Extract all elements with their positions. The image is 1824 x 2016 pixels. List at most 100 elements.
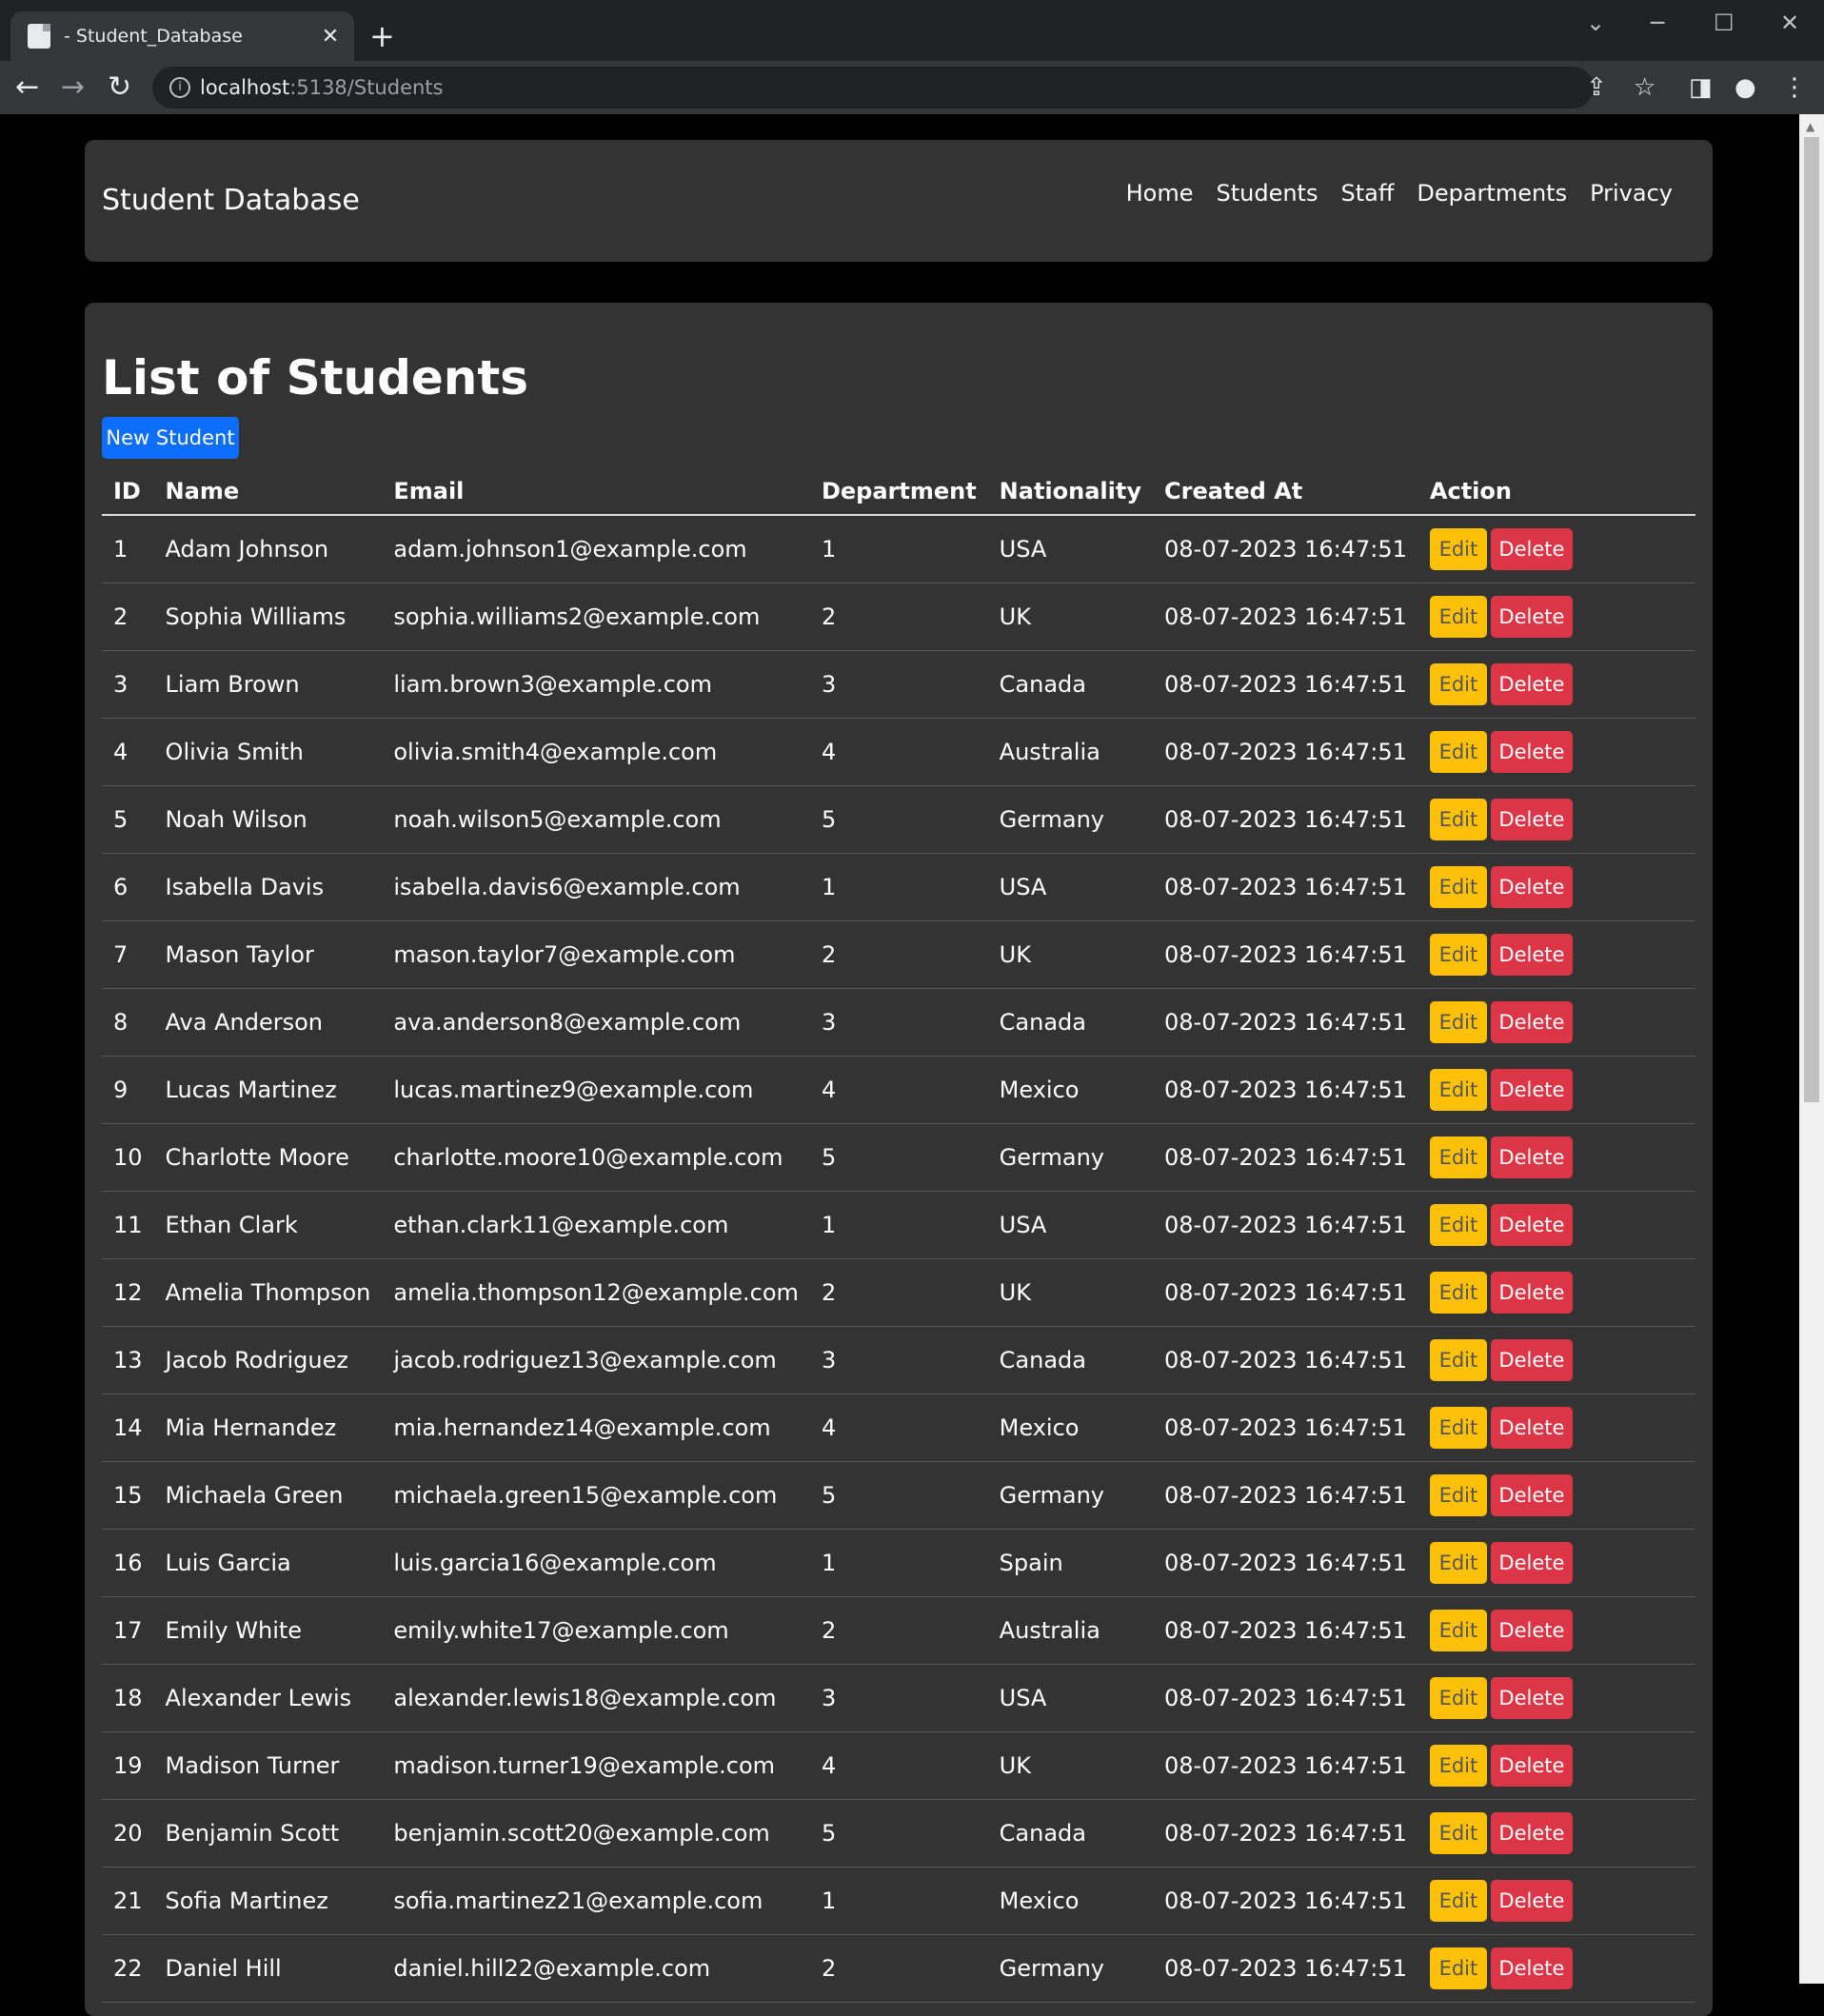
delete-button[interactable]: Delete [1490, 1136, 1573, 1178]
table-row: 18 Alexander Lewis alexander.lewis18@examp… [102, 1664, 1695, 1732]
edit-button[interactable]: Edit [1429, 1542, 1487, 1584]
cell-email: emily.white17@example.com [382, 1596, 810, 1665]
delete-button[interactable]: Delete [1490, 1001, 1573, 1043]
delete-button[interactable]: Delete [1490, 866, 1573, 908]
profile-icon[interactable]: ● [1735, 72, 1756, 103]
delete-button[interactable]: Delete [1490, 1069, 1573, 1111]
cell-name: Noah Wilson [153, 785, 383, 854]
edit-button[interactable]: Edit [1429, 1880, 1487, 1922]
delete-button[interactable]: Delete [1490, 1745, 1573, 1787]
edit-button[interactable]: Edit [1429, 1947, 1487, 1989]
table-row: 9 Lucas Martinez lucas.martinez9@example.c… [102, 1056, 1695, 1124]
cell-email: michaela.green15@example.com [382, 1461, 810, 1530]
cell-department: 3 [809, 1326, 988, 1394]
scroll-up-icon[interactable]: ▲ [1806, 120, 1814, 133]
delete-button[interactable]: Delete [1490, 1272, 1573, 1314]
delete-button[interactable]: Delete [1490, 528, 1573, 570]
delete-button[interactable]: Delete [1490, 1677, 1573, 1719]
menu-kebab-icon[interactable]: ⋮ [1782, 72, 1807, 103]
cell-action: Edit Delete [1418, 583, 1695, 651]
bookmark-star-icon[interactable]: ☆ [1634, 72, 1655, 103]
column-header-action: Action [1418, 468, 1695, 516]
column-header-name: Name [153, 468, 383, 516]
edit-button[interactable]: Edit [1429, 866, 1487, 908]
delete-button[interactable]: Delete [1490, 1407, 1573, 1449]
reload-icon[interactable]: ↻ [108, 69, 131, 107]
edit-button[interactable]: Edit [1429, 934, 1487, 976]
forward-icon[interactable]: → [61, 69, 85, 107]
edit-button[interactable]: Edit [1429, 799, 1487, 840]
edit-button[interactable]: Edit [1429, 1610, 1487, 1651]
edit-button[interactable]: Edit [1429, 1407, 1487, 1449]
nav-link-students[interactable]: Students [1216, 180, 1318, 207]
cell-action: Edit Delete [1418, 1731, 1695, 1800]
edit-button[interactable]: Edit [1429, 1001, 1487, 1043]
edit-button[interactable]: Edit [1429, 1069, 1487, 1111]
delete-button[interactable]: Delete [1490, 1542, 1573, 1584]
close-window-icon[interactable]: ✕ [1780, 10, 1799, 36]
edit-button[interactable]: Edit [1429, 1136, 1487, 1178]
edit-button[interactable]: Edit [1429, 1812, 1487, 1854]
new-student-button[interactable]: New Student [102, 417, 239, 459]
cell-department: 3 [809, 988, 988, 1057]
delete-button[interactable]: Delete [1490, 731, 1573, 773]
table-header-row: ID Name Email Department Nationality Cre… [102, 468, 1695, 516]
page-scrollbar[interactable]: ▲ [1799, 114, 1824, 1984]
delete-button[interactable]: Delete [1490, 1474, 1573, 1516]
browser-tab[interactable]: - Student_Database ✕ [10, 11, 354, 61]
edit-button[interactable]: Edit [1429, 1745, 1487, 1787]
share-icon[interactable]: ⇪ [1586, 72, 1607, 103]
cell-nationality: USA [987, 515, 1153, 583]
tab-search-icon[interactable]: ⌄ [1586, 10, 1605, 36]
cell-name: Isabella Davis [153, 853, 383, 921]
edit-button[interactable]: Edit [1429, 1474, 1487, 1516]
table-row: 21 Sofia Martinez sofia.martinez21@example… [102, 1867, 1695, 1935]
cell-nationality: UK [987, 1258, 1153, 1327]
cell-action: Edit Delete [1418, 650, 1695, 719]
site-info-icon[interactable]: i [169, 77, 190, 98]
navbar-brand[interactable]: Student Database [102, 184, 360, 217]
cell-department: 2 [809, 583, 988, 651]
nav-link-departments[interactable]: Departments [1417, 180, 1567, 207]
delete-button[interactable]: Delete [1490, 1204, 1573, 1246]
delete-button[interactable]: Delete [1490, 934, 1573, 976]
cell-nationality: UK [987, 1731, 1153, 1800]
cell-department: 1 [809, 515, 988, 583]
delete-button[interactable]: Delete [1490, 663, 1573, 705]
delete-button[interactable]: Delete [1490, 1339, 1573, 1381]
new-tab-icon[interactable]: + [369, 19, 395, 53]
edit-button[interactable]: Edit [1429, 1272, 1487, 1314]
nav-link-home[interactable]: Home [1126, 180, 1194, 207]
nav-link-staff[interactable]: Staff [1340, 180, 1394, 207]
nav-link-privacy[interactable]: Privacy [1590, 180, 1673, 207]
edit-button[interactable]: Edit [1429, 596, 1487, 638]
side-panel-icon[interactable]: ◨ [1689, 72, 1713, 103]
address-bar[interactable]: i localhost:5138/Students ⇪ ☆ [152, 67, 1655, 109]
cell-action: Edit Delete [1418, 853, 1695, 921]
edit-button[interactable]: Edit [1429, 1339, 1487, 1381]
cell-action: Edit Delete [1418, 988, 1695, 1057]
edit-button[interactable]: Edit [1429, 1204, 1487, 1246]
cell-action: Edit Delete [1418, 1123, 1695, 1192]
delete-button[interactable]: Delete [1490, 1610, 1573, 1651]
cell-name: Michaela Green [153, 1461, 383, 1530]
cell-name: Madison Turner [153, 1731, 383, 1800]
cell-created-at: 08-07-2023 16:47:51 [1153, 1123, 1418, 1192]
cell-id: 22 [102, 1934, 154, 2003]
edit-button[interactable]: Edit [1429, 731, 1487, 773]
minimize-icon[interactable]: ─ [1651, 10, 1664, 36]
edit-button[interactable]: Edit [1429, 663, 1487, 705]
delete-button[interactable]: Delete [1490, 596, 1573, 638]
edit-button[interactable]: Edit [1429, 1677, 1487, 1719]
scrollbar-thumb[interactable] [1804, 137, 1819, 1102]
maximize-icon[interactable]: ☐ [1714, 10, 1735, 36]
cell-action: Edit Delete [1418, 1393, 1695, 1462]
close-tab-icon[interactable]: ✕ [314, 25, 347, 49]
delete-button[interactable]: Delete [1490, 1812, 1573, 1854]
cell-nationality: Australia [987, 718, 1153, 786]
delete-button[interactable]: Delete [1490, 799, 1573, 840]
delete-button[interactable]: Delete [1490, 1880, 1573, 1922]
back-icon[interactable]: ← [15, 69, 39, 107]
delete-button[interactable]: Delete [1490, 1947, 1573, 1989]
edit-button[interactable]: Edit [1429, 528, 1487, 570]
